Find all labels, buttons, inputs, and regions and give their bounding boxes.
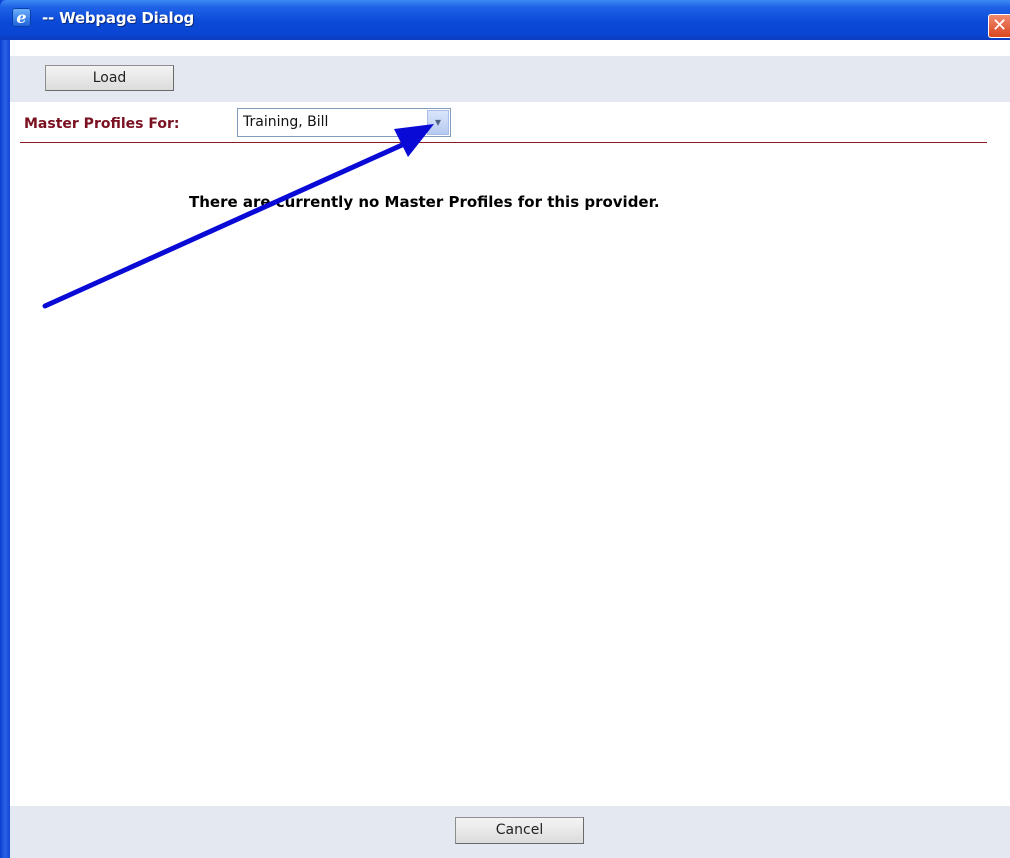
- arrow-annotation-shaft: [42, 142, 405, 309]
- dialog-footer: Cancel: [10, 806, 1010, 858]
- section-divider: [20, 142, 987, 143]
- empty-state-message: There are currently no Master Profiles f…: [189, 193, 660, 211]
- load-button[interactable]: Load: [45, 65, 174, 91]
- webpage-dialog: e -- Webpage Dialog ✕ Load Master Profil…: [0, 0, 1010, 858]
- chevron-down-icon[interactable]: ▾: [427, 110, 449, 135]
- cancel-button[interactable]: Cancel: [455, 817, 584, 844]
- provider-select[interactable]: Training, Bill ▾: [237, 108, 451, 137]
- toolbar: Load: [10, 56, 1010, 102]
- master-profiles-label: Master Profiles For:: [24, 116, 180, 132]
- window-left-border: [0, 0, 10, 858]
- ie-icon: e: [12, 8, 31, 27]
- title-bar[interactable]: e -- Webpage Dialog ✕: [0, 0, 1010, 40]
- close-icon: ✕: [991, 15, 1008, 36]
- close-button[interactable]: ✕: [988, 14, 1010, 38]
- window-title: -- Webpage Dialog: [42, 9, 195, 27]
- provider-select-value: Training, Bill: [243, 114, 329, 130]
